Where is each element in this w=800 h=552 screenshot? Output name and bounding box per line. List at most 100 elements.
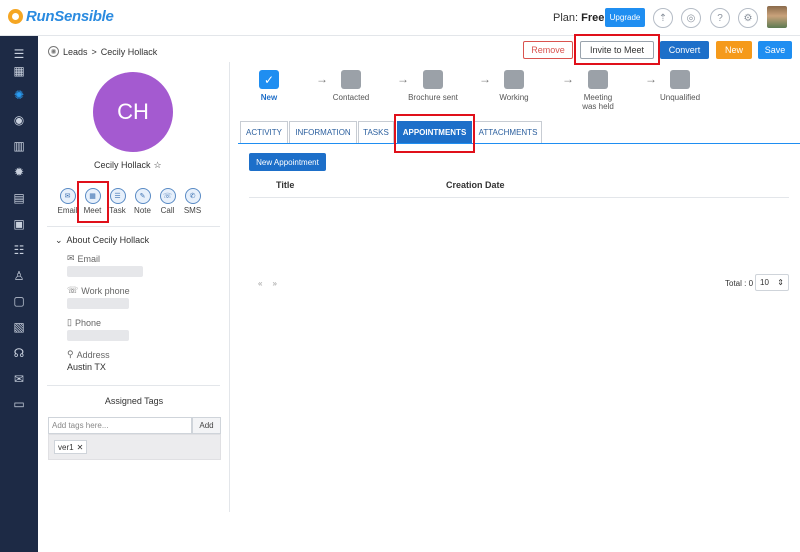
tabs-underline: [238, 143, 800, 144]
table-header-divider: [249, 197, 789, 198]
stage-unqualified[interactable]: Unqualified: [650, 70, 710, 102]
tab-attachments[interactable]: ATTACHMENTS: [474, 121, 542, 143]
alert-icon[interactable]: ◎: [681, 8, 701, 28]
convert-button[interactable]: Convert: [660, 41, 709, 59]
favorite-star-icon[interactable]: ☆: [154, 160, 162, 171]
leads-icon[interactable]: ✺: [0, 85, 38, 105]
address-label-text: Address: [76, 349, 110, 360]
companies-icon[interactable]: ▥: [0, 136, 38, 156]
filters-icon[interactable]: ☷: [0, 240, 38, 260]
tab-tasks[interactable]: TASKS: [358, 121, 394, 143]
add-tag-button[interactable]: Add: [192, 417, 221, 434]
leads-breadcrumb-icon: ✺: [48, 46, 59, 57]
stage-meeting-was-held[interactable]: Meeting was held: [567, 70, 629, 111]
check-icon: ✓: [259, 70, 279, 89]
support-icon[interactable]: ☊: [0, 343, 38, 363]
invoices-icon[interactable]: ▧: [0, 317, 38, 337]
quick-action-label: Email: [57, 206, 78, 215]
team-icon[interactable]: ♙: [0, 266, 38, 286]
column-header-creation-date[interactable]: Creation Date: [446, 180, 505, 190]
quick-action-note[interactable]: ✎ Note: [131, 188, 154, 215]
tab-activity[interactable]: ACTIVITY: [240, 121, 288, 143]
lead-name: Cecily Hollack: [94, 160, 151, 170]
dashboard-icon[interactable]: ▦: [0, 61, 38, 81]
user-avatar[interactable]: [767, 6, 787, 28]
stage-box: [504, 70, 524, 89]
mobile-icon: ▯: [67, 317, 72, 327]
new-button[interactable]: New: [716, 41, 752, 59]
stage-label: Contacted: [332, 93, 370, 102]
tag-input[interactable]: Add tags here...: [48, 417, 192, 434]
quick-action-task[interactable]: ☰ Task: [106, 188, 129, 215]
pagination: « »: [258, 279, 277, 288]
calendar-icon[interactable]: ▢: [0, 291, 38, 311]
logo-mark-icon: [8, 9, 23, 24]
pager-prev-button[interactable]: «: [258, 279, 262, 288]
quick-action-sms[interactable]: ✆ SMS: [181, 188, 204, 215]
about-section-header[interactable]: ⌄ About Cecily Hollack: [55, 235, 149, 246]
chevron-down-icon: ⌄: [55, 235, 63, 245]
stage-box: [341, 70, 361, 89]
email-value-redacted: [67, 266, 143, 277]
save-button[interactable]: Save: [758, 41, 792, 59]
tab-information[interactable]: INFORMATION: [289, 121, 357, 143]
lead-name-row: Cecily Hollack ☆: [94, 160, 162, 171]
phone-icon: ☏: [159, 188, 176, 204]
phone-field-label: ▯ Phone: [67, 317, 101, 328]
close-icon[interactable]: ✕: [77, 443, 84, 452]
contacts-icon[interactable]: ◉: [0, 110, 38, 130]
plan-indicator: Plan: Free: [553, 12, 604, 24]
ideas-icon[interactable]: ✹: [0, 162, 38, 182]
stage-box: [423, 70, 443, 89]
stage-working[interactable]: Working: [484, 70, 544, 102]
remove-button[interactable]: Remove: [523, 41, 573, 59]
quick-action-label: Task: [109, 206, 126, 215]
tag-label: ver1: [58, 442, 74, 452]
work-phone-field-label: ☏ Work phone: [67, 285, 130, 296]
stage-label: Working: [499, 93, 529, 102]
email-field-label: ✉ Email: [67, 253, 100, 264]
address-value: Austin TX: [67, 362, 106, 372]
mail-icon[interactable]: ✉: [0, 369, 38, 389]
column-header-title[interactable]: Title: [276, 180, 294, 190]
stage-label: Unqualified: [659, 93, 701, 102]
breadcrumb: ✺ Leads > Cecily Hollack: [48, 46, 157, 57]
upgrade-button[interactable]: Upgrade: [605, 8, 645, 27]
gear-icon[interactable]: ⚙: [738, 8, 758, 28]
breadcrumb-current: Cecily Hollack: [100, 46, 158, 57]
sms-icon: ✆: [184, 188, 201, 204]
help-icon[interactable]: ?: [710, 8, 730, 28]
pager-next-button[interactable]: »: [272, 279, 276, 288]
new-appointment-button[interactable]: New Appointment: [249, 153, 326, 171]
breadcrumb-separator: >: [91, 46, 97, 57]
phone-icon: ☏: [67, 285, 79, 295]
stage-brochure-sent[interactable]: Brochure sent: [403, 70, 463, 102]
meet-highlight-box: [77, 181, 109, 223]
stage-box: [670, 70, 690, 89]
stage-label: Meeting was held: [582, 93, 614, 111]
task-icon: ☰: [109, 188, 126, 204]
stage-contacted[interactable]: Contacted: [321, 70, 381, 102]
note-icon: ✎: [134, 188, 151, 204]
quick-action-email[interactable]: ✉ Email: [56, 188, 79, 215]
stage-new[interactable]: ✓ New: [239, 70, 299, 102]
app-logo[interactable]: RunSensible: [8, 8, 114, 25]
invite-highlight-box: [574, 34, 660, 65]
top-bar: RunSensible Plan: Free Upgrade ⇡ ◎ ? ⚙: [0, 0, 800, 36]
breadcrumb-parent[interactable]: Leads: [63, 47, 88, 57]
per-page-select[interactable]: 10 ⇕: [755, 274, 789, 291]
divider: [47, 226, 220, 227]
folder-icon[interactable]: ▭: [0, 394, 38, 414]
phone-label-text: Phone: [74, 317, 101, 328]
chevron-updown-icon: ⇕: [777, 278, 784, 287]
plan-value: Free: [581, 12, 605, 24]
documents-icon[interactable]: ▤: [0, 188, 38, 208]
quick-action-call[interactable]: ☏ Call: [156, 188, 179, 215]
address-field-label: ⚲ Address: [67, 349, 110, 360]
calendar-board-icon[interactable]: ▣: [0, 214, 38, 234]
divider: [47, 385, 220, 386]
assigned-tags-title: Assigned Tags: [104, 396, 164, 406]
appointments-highlight-box: [394, 114, 475, 153]
upload-icon[interactable]: ⇡: [653, 8, 673, 28]
work-phone-label-text: Work phone: [81, 285, 130, 296]
